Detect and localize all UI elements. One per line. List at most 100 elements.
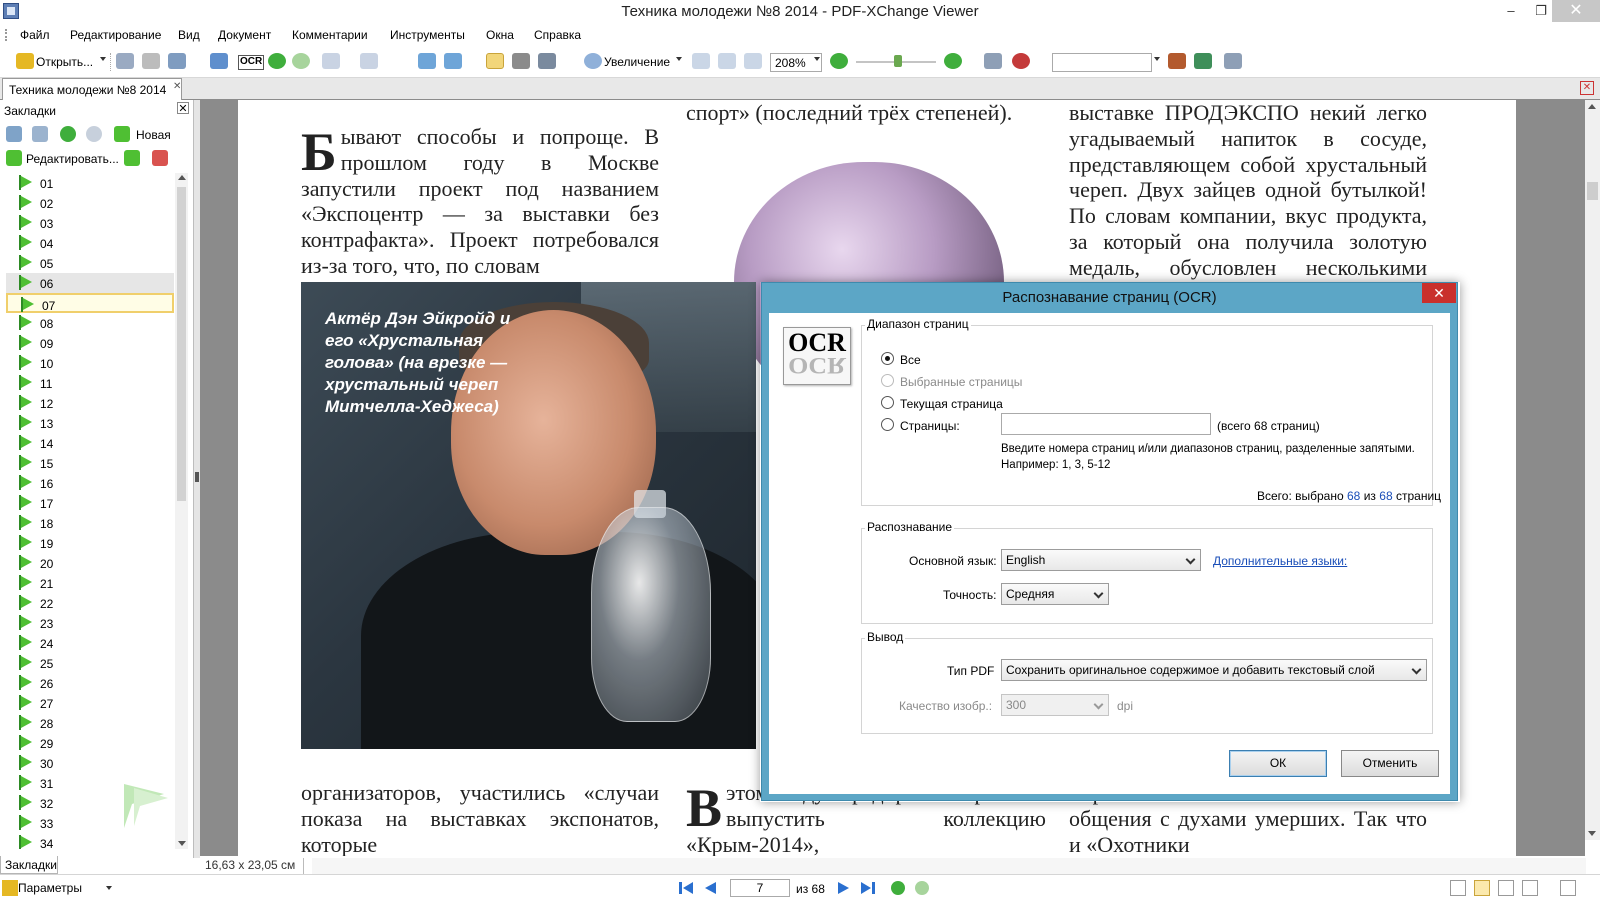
bookmark-item[interactable]: 13 [6, 413, 174, 433]
forward-icon[interactable] [292, 53, 310, 69]
search-next-icon[interactable] [1194, 53, 1212, 69]
bookmark-item[interactable]: 04 [6, 233, 174, 253]
params-dropdown-icon[interactable] [106, 886, 112, 890]
facing-pages-icon[interactable] [1498, 880, 1514, 896]
bookmark-up-icon[interactable] [124, 150, 140, 166]
edit-bookmark-label[interactable]: Редактировать... [26, 152, 119, 166]
bookmark-item[interactable]: 09 [6, 333, 174, 353]
radio-page-range[interactable] [881, 418, 894, 431]
bookmark-zoom-in-icon[interactable] [60, 126, 76, 142]
zoom-dropdown-icon[interactable] [676, 57, 682, 61]
spellcheck-icon[interactable] [1012, 53, 1030, 69]
open-dropdown-icon[interactable] [100, 57, 106, 61]
bookmark-item[interactable]: 18 [6, 513, 174, 533]
bookmark-zoom-out-icon[interactable] [86, 126, 102, 142]
last-page-icon[interactable] [860, 880, 876, 896]
zoom-level-dropdown-icon[interactable] [814, 57, 820, 61]
open-button-label[interactable]: Открыть... [36, 55, 93, 73]
bookmark-item[interactable]: 23 [6, 613, 174, 633]
dialog-close-button[interactable]: ✕ [1422, 283, 1456, 303]
radio-current-page-label[interactable]: Текущая страница [900, 397, 1003, 411]
language-select[interactable]: English [1001, 549, 1201, 571]
menu-comments[interactable]: Комментарии [292, 28, 368, 42]
radio-selected-pages[interactable] [881, 374, 894, 387]
bookmarks-scrollbar[interactable] [175, 173, 188, 849]
bookmark-item[interactable]: 19 [6, 533, 174, 553]
next-page-icon[interactable] [836, 880, 852, 896]
params-menu[interactable]: Параметры [18, 881, 82, 895]
scroll-down-icon[interactable] [178, 841, 186, 846]
image-quality-select[interactable]: 300 [1001, 694, 1109, 716]
actual-size-icon[interactable] [692, 53, 710, 69]
scan-icon[interactable] [210, 53, 228, 69]
zoom-slider-thumb[interactable] [894, 55, 902, 67]
accuracy-select[interactable]: Средняя [1001, 583, 1109, 605]
continuous-page-icon[interactable] [1474, 880, 1490, 896]
bookmark-item[interactable]: 06 [6, 273, 174, 293]
bookmark-item[interactable]: 28 [6, 713, 174, 733]
hand-tool-icon[interactable] [486, 53, 504, 69]
bookmark-item[interactable]: 15 [6, 453, 174, 473]
bookmark-item[interactable]: 20 [6, 553, 174, 573]
new-bookmark-label[interactable]: Новая [136, 128, 171, 142]
radio-page-range-label[interactable]: Страницы: [900, 419, 960, 433]
history-back-icon[interactable] [890, 880, 906, 896]
ocr-button[interactable]: OCR [238, 55, 265, 70]
radio-selected-pages-label[interactable]: Выбранные страницы [900, 375, 1022, 389]
bookmark-item[interactable]: 14 [6, 433, 174, 453]
options-icon[interactable] [2, 880, 18, 896]
zoom-level-combo[interactable]: 208% [770, 53, 822, 72]
splitter-handle[interactable] [195, 472, 199, 482]
bookmark-item[interactable]: 03 [6, 213, 174, 233]
bookmark-item[interactable]: 08 [6, 313, 174, 333]
select-text-icon[interactable] [538, 53, 556, 69]
bookmark-item[interactable]: 12 [6, 393, 174, 413]
menu-edit[interactable]: Редактирование [70, 28, 161, 42]
bookmarks-close-icon[interactable]: ✕ [177, 102, 189, 115]
extra-languages-link[interactable]: Дополнительные языки: [1213, 554, 1347, 568]
scroll-up-icon[interactable] [1588, 104, 1596, 109]
search-dropdown-icon[interactable] [1154, 57, 1160, 61]
menu-help[interactable]: Справка [534, 28, 581, 42]
export-icon[interactable] [1560, 880, 1576, 896]
open-icon[interactable] [16, 53, 34, 69]
radio-all-pages-label[interactable]: Все [900, 353, 921, 367]
email-icon[interactable] [168, 53, 186, 69]
bookmark-item[interactable]: 02 [6, 193, 174, 213]
document-vertical-scrollbar[interactable] [1585, 100, 1600, 840]
document-horizontal-scrollbar[interactable] [312, 858, 1586, 874]
zoom-icon[interactable] [584, 53, 602, 69]
document-tab[interactable]: Техника молодежи №8 2014 ✕ [2, 78, 182, 100]
bookmark-item[interactable]: 16 [6, 473, 174, 493]
fit-page-icon[interactable] [718, 53, 736, 69]
bookmark-item[interactable]: 17 [6, 493, 174, 513]
snapshot-icon[interactable] [512, 53, 530, 69]
print-icon[interactable] [142, 53, 160, 69]
bookmark-item[interactable]: 05 [6, 253, 174, 273]
save-icon[interactable] [116, 53, 134, 69]
bookmark-item[interactable]: 10 [6, 353, 174, 373]
first-page-icon[interactable] [678, 880, 694, 896]
fit-width-icon[interactable] [744, 53, 762, 69]
close-document-icon[interactable]: ✕ [1580, 81, 1594, 95]
menu-view[interactable]: Вид [178, 28, 200, 42]
radio-current-page[interactable] [881, 396, 894, 409]
document-scroll-thumb[interactable] [1587, 182, 1598, 200]
minimize-button[interactable]: – [1496, 0, 1526, 22]
page-range-input[interactable] [1001, 413, 1211, 435]
link-icon[interactable] [984, 53, 1002, 69]
continuous-facing-icon[interactable] [1522, 880, 1538, 896]
bookmark-item[interactable]: 01 [6, 173, 174, 193]
bookmark-item[interactable]: 24 [6, 633, 174, 653]
history-forward-icon[interactable] [914, 880, 930, 896]
edit-bookmark-icon[interactable] [6, 150, 22, 166]
collapse-all-icon[interactable] [32, 126, 48, 142]
new-bookmark-icon[interactable] [114, 126, 130, 142]
expand-all-icon[interactable] [6, 126, 22, 142]
menu-tools[interactable]: Инструменты [390, 28, 465, 42]
prev-page-icon[interactable] [702, 880, 718, 896]
bookmark-item[interactable]: 26 [6, 673, 174, 693]
search-input[interactable] [1052, 53, 1152, 72]
zoom-label[interactable]: Увеличение [604, 55, 670, 73]
rotate-right-icon[interactable] [444, 53, 462, 69]
